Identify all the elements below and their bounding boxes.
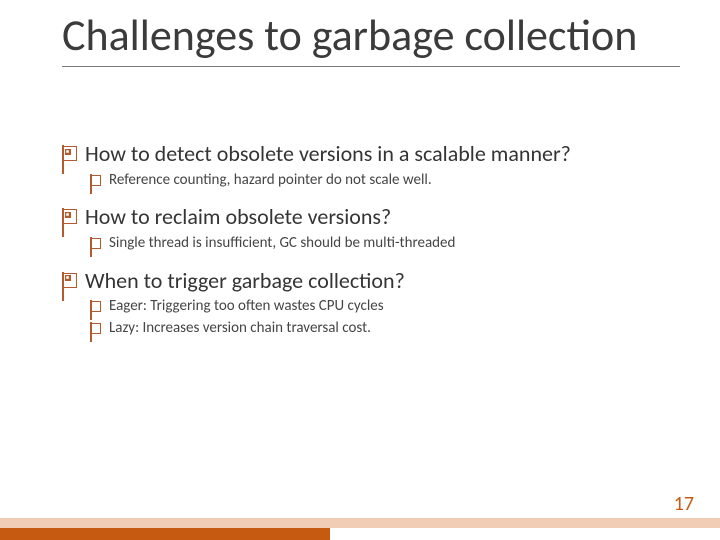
- checkbox-bullet-icon: [90, 301, 101, 312]
- bullet-main: How to detect obsolete versions in a sca…: [62, 140, 680, 168]
- bullet-sub: Reference counting, hazard pointer do no…: [90, 171, 680, 190]
- slide-content: How to detect obsolete versions in a sca…: [62, 140, 680, 352]
- bullet-text: Single thread is insufficient, GC should…: [109, 234, 455, 253]
- bullet-sub: Single thread is insufficient, GC should…: [90, 234, 680, 253]
- bullet-main: When to trigger garbage collection?: [62, 267, 680, 295]
- bullet-group: When to trigger garbage collection? Eage…: [62, 267, 680, 338]
- footer-accent-light: [0, 518, 720, 528]
- checkbox-bullet-icon: [90, 175, 101, 186]
- slide-title: Challenges to garbage collection: [62, 12, 680, 67]
- slide-footer: 17: [0, 490, 720, 540]
- checkbox-bullet-icon: [62, 146, 77, 161]
- bullet-text: Eager: Triggering too often wastes CPU c…: [109, 297, 384, 316]
- bullet-main: How to reclaim obsolete versions?: [62, 203, 680, 231]
- checkbox-bullet-icon: [62, 209, 77, 224]
- bullet-text: How to detect obsolete versions in a sca…: [85, 140, 571, 168]
- bullet-text: How to reclaim obsolete versions?: [85, 203, 391, 231]
- bullet-sub: Eager: Triggering too often wastes CPU c…: [90, 297, 680, 316]
- slide: Challenges to garbage collection How to …: [0, 0, 720, 540]
- checkbox-bullet-icon: [62, 273, 77, 288]
- bullet-text: Lazy: Increases version chain traversal …: [109, 319, 371, 338]
- checkbox-bullet-icon: [90, 238, 101, 249]
- bullet-group: How to reclaim obsolete versions? Single…: [62, 203, 680, 252]
- footer-accent-dark: [0, 528, 330, 540]
- checkbox-bullet-icon: [90, 323, 101, 334]
- bullet-group: How to detect obsolete versions in a sca…: [62, 140, 680, 189]
- bullet-text: When to trigger garbage collection?: [85, 267, 405, 295]
- bullet-sub: Lazy: Increases version chain traversal …: [90, 319, 680, 338]
- bullet-text: Reference counting, hazard pointer do no…: [109, 171, 432, 190]
- page-number: 17: [674, 492, 694, 516]
